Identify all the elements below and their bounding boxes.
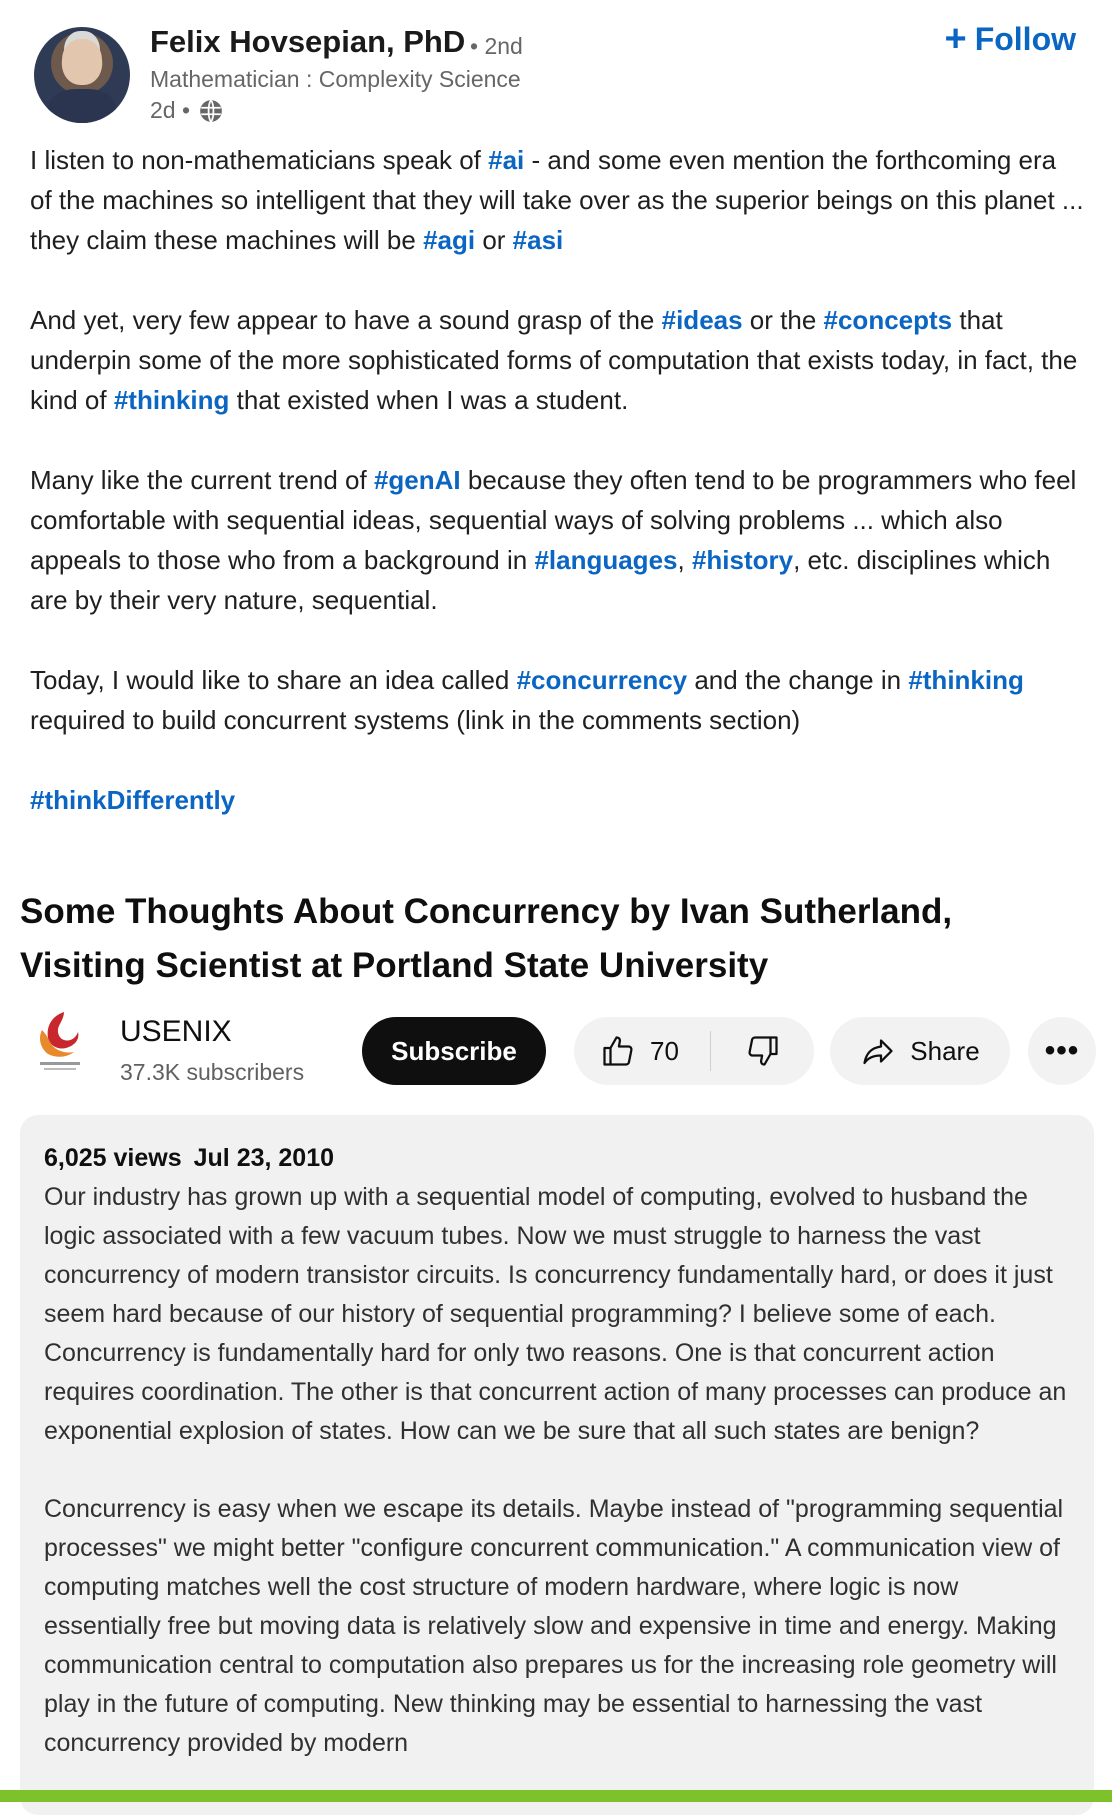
hashtag-link[interactable]: #languages [534, 545, 677, 575]
thumbs-down-icon [747, 1036, 778, 1066]
description-paragraph: Concurrency is easy when we escape its d… [44, 1495, 1064, 1757]
hashtag-link[interactable]: #ai [488, 145, 524, 175]
post-paragraph: Many like the current trend of #genAI be… [30, 460, 1085, 620]
connection-degree: • 2nd [470, 33, 523, 59]
post-text-segment: or [475, 225, 513, 255]
dislike-button[interactable] [711, 1017, 814, 1085]
hashtag-link[interactable]: #agi [423, 225, 475, 255]
video-stats: 6,025 views Jul 23, 2010 [44, 1139, 1074, 1178]
upload-date: Jul 23, 2010 [193, 1144, 335, 1172]
post-paragraph: I listen to non-mathematicians speak of … [30, 140, 1085, 260]
like-dislike-group: 70 [574, 1017, 814, 1085]
author-headline: Mathematician : Complexity Science [150, 66, 521, 92]
globe-icon [200, 99, 222, 122]
hashtag-link[interactable]: #concurrency [517, 665, 688, 695]
post-text: I listen to non-mathematicians speak of … [30, 140, 1085, 860]
hashtag-link[interactable]: #thinkDifferently [30, 785, 235, 815]
post-text-segment: and the change in [687, 665, 909, 695]
hashtag-link[interactable]: #thinking [908, 665, 1024, 695]
post-meta: 2d • [150, 97, 224, 124]
description-paragraph: Our industry has grown up with a sequent… [44, 1183, 1067, 1445]
channel-row: USENIX 37.3K subscribers Subscribe 70 Sh… [0, 1005, 1112, 1095]
post-time: 2d • [150, 97, 191, 123]
post-text-segment: Today, I would like to share an idea cal… [30, 665, 517, 695]
post-text-segment: required to build concurrent systems (li… [30, 705, 801, 735]
post-text-segment: , [677, 545, 692, 575]
post-text-segment: that existed when I was a student. [229, 385, 629, 415]
follow-button[interactable]: + Follow [944, 20, 1076, 58]
more-options-button[interactable]: ••• [1028, 1017, 1096, 1085]
hashtag-link[interactable]: #genAI [374, 465, 461, 495]
post-header: Felix Hovsepian, PhD • 2nd Mathematician… [0, 0, 1112, 130]
share-button[interactable]: Share [830, 1017, 1010, 1085]
post-text-segment: I listen to non-mathematicians speak of [30, 145, 489, 175]
follow-label: Follow [974, 20, 1076, 57]
post-text-segment: or the [742, 305, 824, 335]
view-count: 6,025 views [44, 1144, 182, 1172]
author-avatar[interactable] [34, 27, 130, 123]
video-title[interactable]: Some Thoughts About Concurrency by Ivan … [20, 885, 1080, 993]
post-text-segment: And yet, very few appear to have a sound… [30, 305, 662, 335]
hashtag-link[interactable]: #concepts [824, 305, 953, 335]
plus-icon: + [944, 18, 967, 60]
like-count: 70 [650, 1035, 679, 1066]
hashtag-link[interactable]: #history [692, 545, 793, 575]
share-label: Share [910, 1035, 980, 1066]
usenix-logo-icon[interactable] [34, 1008, 86, 1074]
subscriber-count: 37.3K subscribers [120, 1059, 305, 1085]
post-paragraph: #thinkDifferently [30, 780, 1085, 820]
hashtag-link[interactable]: #ideas [662, 305, 743, 335]
post-text-segment: Many like the current trend of [30, 465, 374, 495]
channel-name[interactable]: USENIX [120, 1015, 232, 1049]
share-arrow-icon [863, 1039, 893, 1065]
like-button[interactable]: 70 [574, 1017, 710, 1085]
hashtag-link[interactable]: #thinking [114, 385, 230, 415]
thumbs-up-icon [603, 1036, 633, 1066]
hashtag-link[interactable]: #asi [513, 225, 564, 255]
video-description-box[interactable]: 6,025 views Jul 23, 2010 Our industry has… [20, 1115, 1094, 1815]
accent-bar [0, 1790, 1112, 1802]
author-name[interactable]: Felix Hovsepian, PhD [150, 24, 465, 60]
post-paragraph: Today, I would like to share an idea cal… [30, 660, 1085, 740]
subscribe-button[interactable]: Subscribe [362, 1017, 546, 1085]
post-paragraph: And yet, very few appear to have a sound… [30, 300, 1085, 420]
video-description: 6,025 views Jul 23, 2010 Our industry has… [44, 1139, 1074, 1802]
